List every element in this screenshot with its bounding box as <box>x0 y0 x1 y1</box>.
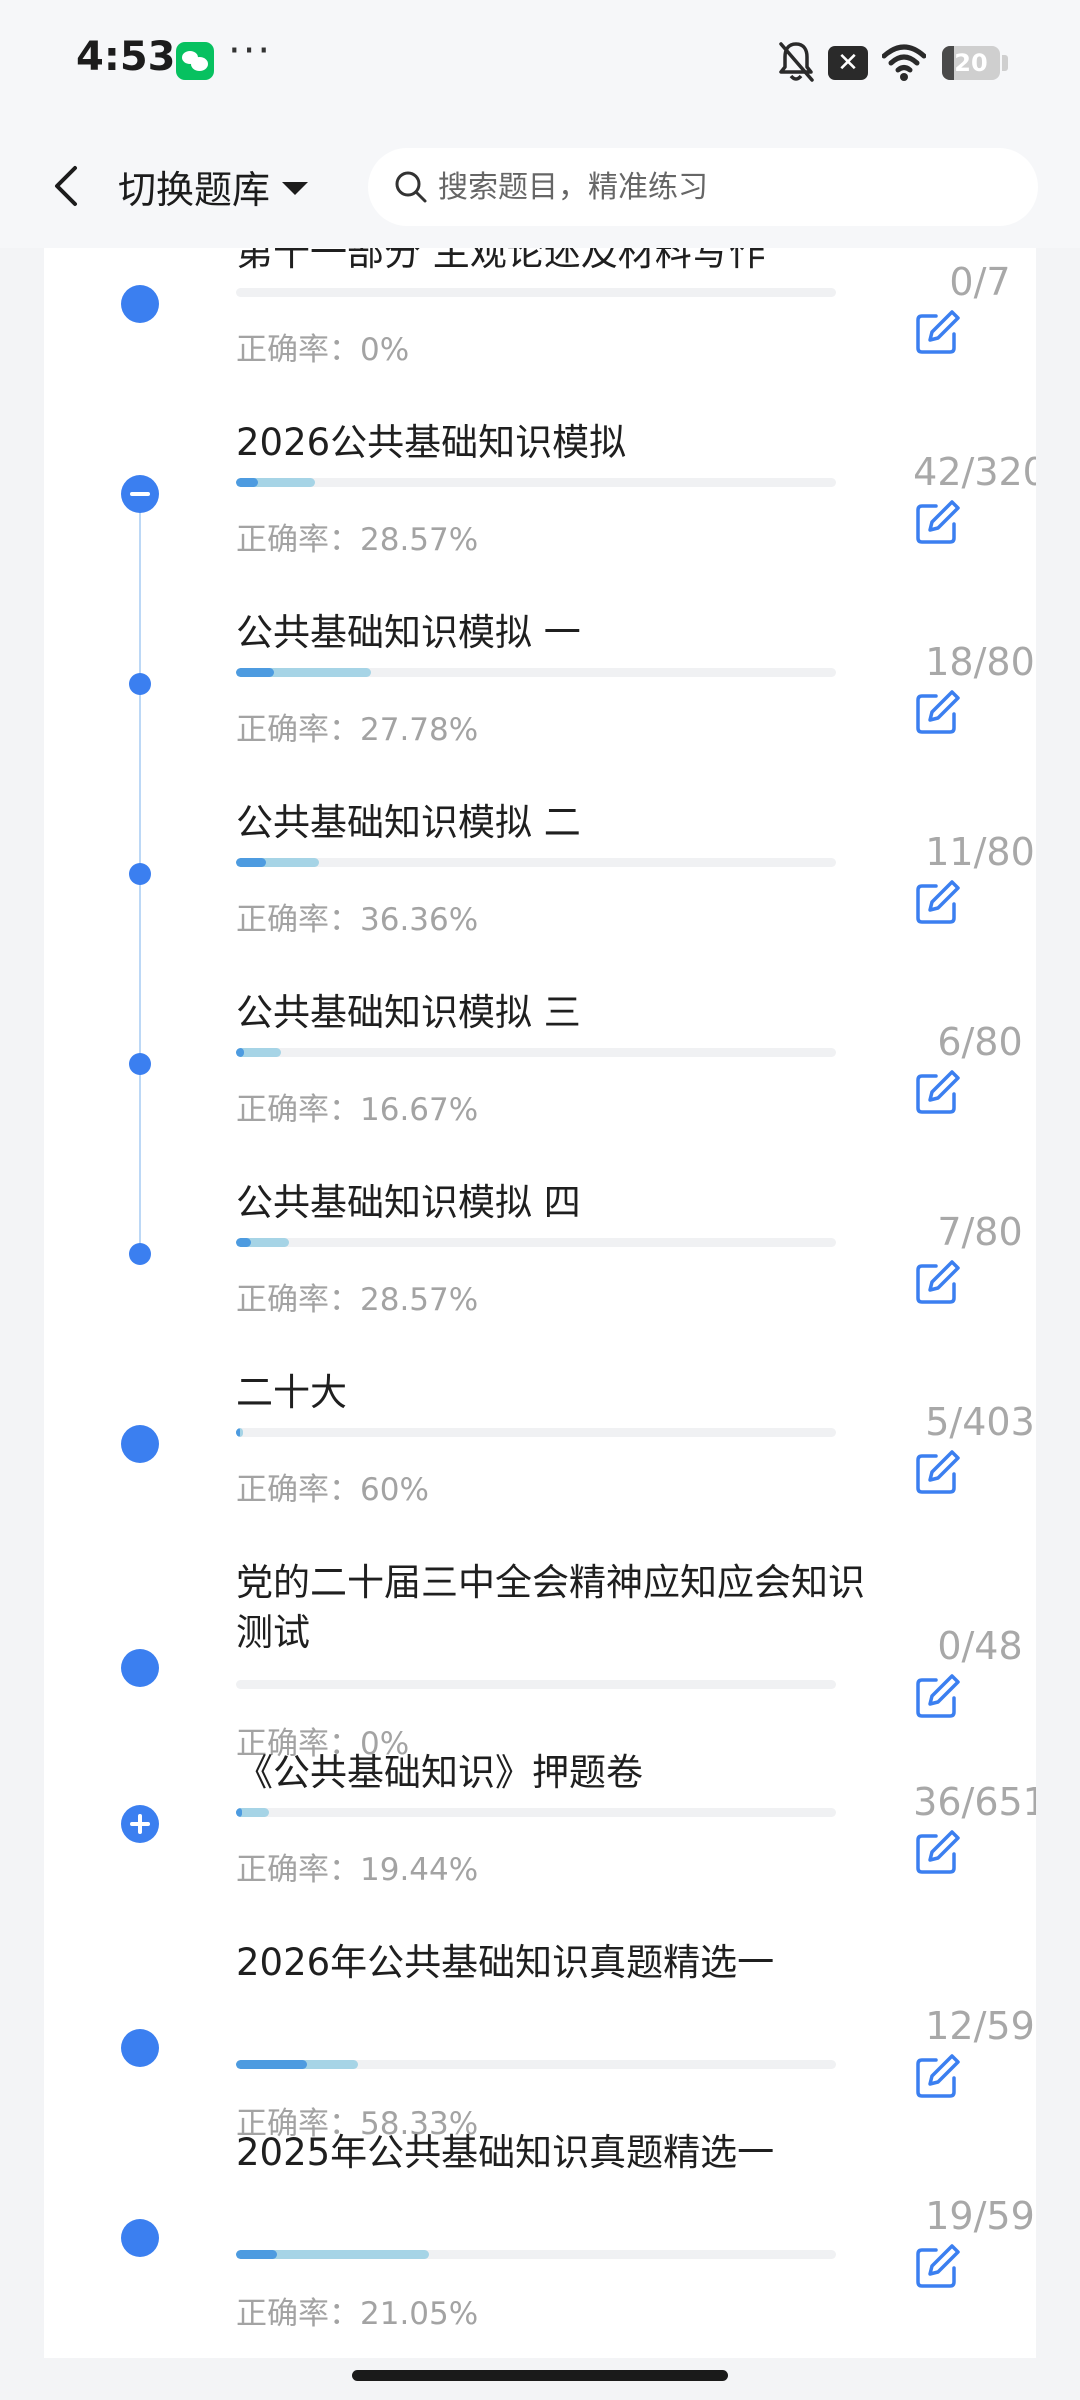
progress-correct-fill <box>236 858 266 867</box>
list-item[interactable]: 公共基础知识模拟 三正确率：16.67% 6/80 <box>44 924 1036 1128</box>
edit-practice-icon[interactable] <box>914 1448 962 1496</box>
edit-practice-icon[interactable] <box>914 688 962 736</box>
progress-count: 7/80 <box>937 1210 1023 1254</box>
status-bar: 4:53 ··· ✕ 20 <box>0 0 1080 124</box>
wechat-notification-icon <box>176 42 214 80</box>
timeline-node <box>129 673 151 695</box>
progress-count: 6/80 <box>937 1020 1023 1064</box>
item-title: 2025年公共基础知识真题精选一 <box>236 2131 775 2174</box>
switch-bank-label: 切换题库 <box>118 167 271 212</box>
item-title: 2026公共基础知识模拟 <box>236 421 627 464</box>
collapse-icon[interactable] <box>121 475 159 513</box>
bell-muted-icon <box>779 42 814 82</box>
list-item[interactable]: 《公共基础知识》押题卷 正确率：19.44% 36/651 <box>44 1684 1036 1888</box>
back-button[interactable] <box>36 148 96 224</box>
progress-bar <box>236 1428 836 1437</box>
search-icon <box>395 171 427 203</box>
progress-count: 11/80 <box>925 830 1035 874</box>
list-item[interactable]: 党的二十届三中全会精神应知应会知识测试 正确率：0% 0/48 <box>44 1494 1036 1762</box>
question-bank-list: 第十一部分 主观论述及材料写作 正确率：0% 0/7 2026公共基础知识模拟 正确率：… <box>44 248 1036 2358</box>
battery-tip <box>1002 55 1008 71</box>
header-bar: 切换题库 <box>0 124 1080 248</box>
timeline-node <box>121 2219 159 2257</box>
battery-icon: 20 <box>942 46 1000 80</box>
caret-down-icon <box>282 181 309 195</box>
progress-correct-fill <box>236 1428 241 1437</box>
edit-practice-icon[interactable] <box>914 1258 962 1306</box>
edit-practice-icon[interactable] <box>914 1068 962 1116</box>
list-item[interactable]: 2026公共基础知识模拟 正确率：28.57% 42/320 <box>44 354 1036 558</box>
progress-bar <box>236 1238 836 1247</box>
progress-bar <box>236 1808 836 1817</box>
item-title: 《公共基础知识》押题卷 <box>236 1751 643 1794</box>
list-item[interactable]: 二十大 正确率：60% 5/403 <box>44 1304 1036 1508</box>
list-item[interactable]: 公共基础知识模拟 一正确率：27.78% 18/80 <box>44 544 1036 748</box>
timeline-node <box>121 2029 159 2067</box>
progress-count: 0/48 <box>937 1624 1023 1668</box>
item-title: 2026年公共基础知识真题精选一 <box>236 1941 775 1984</box>
list-item[interactable]: 第十一部分 主观论述及材料写作 正确率：0% 0/7 <box>44 248 1036 368</box>
home-indicator[interactable] <box>352 2370 728 2381</box>
edit-practice-icon[interactable] <box>914 308 962 356</box>
item-title: 公共基础知识模拟 三 <box>236 991 581 1034</box>
progress-count: 36/651 <box>913 1780 1036 1824</box>
item-title: 公共基础知识模拟 二 <box>236 801 581 844</box>
edit-practice-icon[interactable] <box>914 2242 962 2290</box>
progress-correct-fill <box>236 478 259 487</box>
timeline-node <box>121 285 159 323</box>
item-title: 公共基础知识模拟 四 <box>236 1181 581 1224</box>
item-title: 第十一部分 主观论述及材料写作 <box>236 248 766 274</box>
item-title: 公共基础知识模拟 一 <box>236 611 581 654</box>
wifi-icon <box>882 44 926 81</box>
list-item[interactable]: 2026年公共基础知识真题精选一 正确率：58.33% 12/59 <box>44 1874 1036 2142</box>
progress-bar <box>236 2250 836 2259</box>
item-title: 二十大 <box>236 1371 347 1414</box>
progress-count: 5/403 <box>925 1400 1035 1444</box>
progress-correct-fill <box>236 2250 277 2259</box>
progress-bar <box>236 478 836 487</box>
accuracy-text: 正确率：21.05% <box>236 2296 479 2332</box>
expand-icon[interactable] <box>121 1805 159 1843</box>
progress-count: 19/59 <box>925 2194 1035 2238</box>
progress-bar <box>236 288 836 297</box>
edit-practice-icon[interactable] <box>914 1828 962 1876</box>
more-notifications-icon: ··· <box>228 28 273 74</box>
switch-bank-dropdown[interactable]: 切换题库 <box>118 156 309 216</box>
progress-correct-fill <box>236 1238 251 1247</box>
progress-count: 12/59 <box>925 2004 1035 2048</box>
timeline-node <box>121 1425 159 1463</box>
close-notification-icon: ✕ <box>828 46 868 80</box>
search-bar[interactable] <box>368 148 1038 226</box>
item-title: 党的二十届三中全会精神应知应会知识测试 <box>236 1561 865 1654</box>
timeline-node <box>129 1243 151 1265</box>
progress-bar <box>236 858 836 867</box>
battery-level-text: 20 <box>954 49 988 77</box>
edit-practice-icon[interactable] <box>914 878 962 926</box>
timeline-node <box>129 863 151 885</box>
progress-bar <box>236 668 836 677</box>
list-item[interactable]: 公共基础知识模拟 二正确率：36.36% 11/80 <box>44 734 1036 938</box>
progress-correct-fill <box>236 668 274 677</box>
progress-correct-fill <box>236 1808 243 1817</box>
timeline-node <box>129 1053 151 1075</box>
timeline-node <box>121 1649 159 1687</box>
list-item[interactable]: 2025年公共基础知识真题精选一正确率：21.05% 19/59 <box>44 2064 1036 2332</box>
progress-count: 42/320 <box>913 450 1036 494</box>
progress-correct-fill <box>236 1048 244 1057</box>
search-input[interactable] <box>438 169 998 205</box>
status-time: 4:53 <box>76 34 176 80</box>
progress-count: 18/80 <box>925 640 1035 684</box>
progress-count: 0/7 <box>949 260 1011 304</box>
progress-bar <box>236 1048 836 1057</box>
edit-practice-icon[interactable] <box>914 498 962 546</box>
chevron-left-icon <box>55 166 77 206</box>
list-item[interactable]: 公共基础知识模拟 四正确率：28.57% 7/80 <box>44 1114 1036 1318</box>
